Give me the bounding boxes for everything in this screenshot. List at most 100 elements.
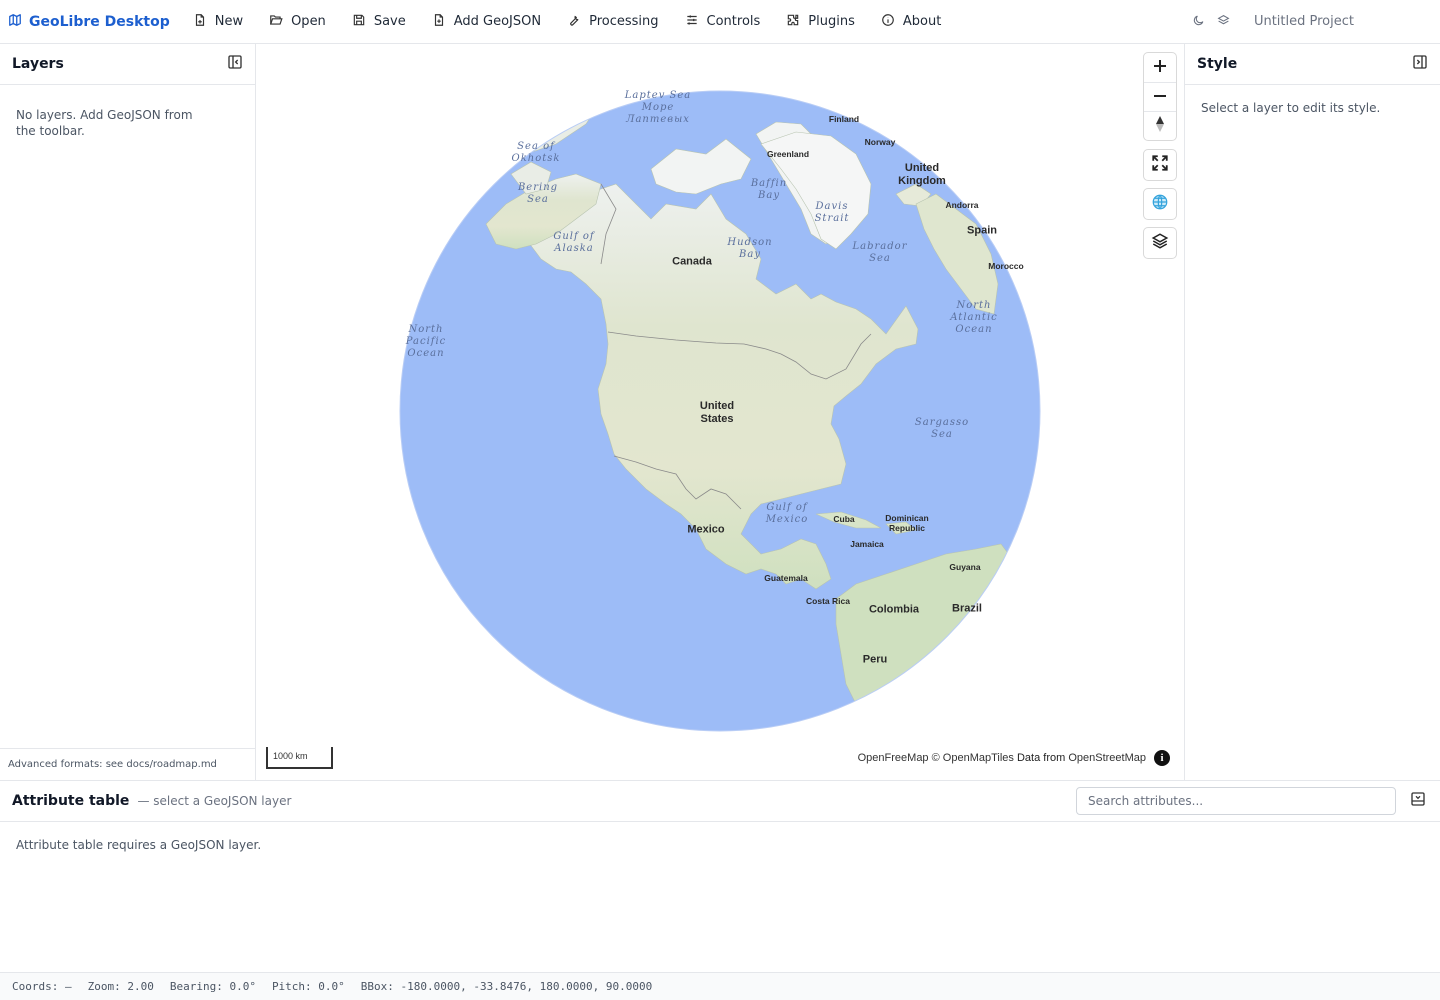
label-sargasso-sea-text: Sargasso Sea	[914, 417, 970, 440]
label-davis-strait: Davis Strait	[815, 201, 850, 225]
label-canada: Canada	[672, 255, 712, 268]
layers-icon	[1151, 232, 1169, 254]
processing-button[interactable]: Processing	[554, 7, 671, 37]
layer-switcher-control	[1144, 228, 1176, 258]
sliders-icon	[685, 13, 699, 31]
label-mexico: Mexico	[687, 523, 725, 536]
collapse-right-panel-button[interactable]	[1412, 54, 1428, 74]
add-geojson-button[interactable]: Add GeoJSON	[419, 7, 554, 37]
map-canvas[interactable]: Laptev Sea Море Лаптевых Sea of Okhotsk …	[256, 44, 1184, 780]
label-north-pacific-ocean: North Pacific Ocean	[406, 324, 447, 360]
folder-open-icon	[269, 13, 283, 31]
fullscreen-icon	[1151, 154, 1169, 176]
style-panel-title: Style	[1197, 56, 1238, 72]
layer-switcher-button[interactable]	[1144, 228, 1176, 258]
style-empty-message: Select a layer to edit its style.	[1201, 101, 1381, 115]
globe-projection-button[interactable]	[1144, 189, 1176, 219]
attribution-data-from: Data from	[1016, 752, 1066, 764]
project-name: Untitled Project	[1253, 14, 1354, 29]
label-davis-strait-text: Davis Strait	[814, 201, 850, 224]
plugins-button[interactable]: Plugins	[773, 7, 868, 37]
file-plus-icon	[432, 13, 446, 31]
label-gulf-of-mexico: Gulf of Mexico	[766, 502, 809, 526]
attribute-table-panel: Attribute table — select a GeoJSON layer…	[0, 780, 1440, 972]
zoom-out-button[interactable]	[1144, 82, 1176, 111]
compass-icon	[1154, 115, 1166, 137]
label-laptev-sea-text: Laptev Sea Море Лаптевых	[624, 90, 692, 125]
processing-label: Processing	[589, 14, 659, 29]
attribution-info-icon[interactable]: i	[1154, 750, 1170, 766]
label-cuba: Cuba	[833, 514, 855, 524]
about-button[interactable]: About	[868, 7, 954, 37]
fullscreen-control	[1144, 150, 1176, 180]
wrench-icon	[567, 13, 581, 31]
about-label: About	[902, 14, 942, 29]
label-spain: Spain	[967, 224, 997, 237]
reset-bearing-button[interactable]	[1144, 111, 1176, 140]
panel-right-close-icon	[1412, 55, 1428, 74]
collapse-left-panel-button[interactable]	[227, 54, 243, 74]
attribute-table-title: Attribute table	[12, 793, 130, 809]
label-hudson-bay-text: Hudson Bay	[727, 237, 773, 260]
save-icon	[352, 13, 366, 31]
attribution-osm-link[interactable]: OpenStreetMap	[1068, 752, 1146, 764]
label-andorra: Andorra	[945, 200, 979, 210]
advanced-formats-note: Advanced formats: see docs/roadmap.md	[0, 748, 255, 780]
label-peru: Peru	[862, 653, 888, 666]
label-north-pacific-ocean-text: North Pacific Ocean	[405, 324, 447, 359]
label-morocco: Morocco	[988, 261, 1024, 271]
attribution-openmaptiles-link[interactable]: © OpenMapTiles	[932, 752, 1014, 764]
layers-panel-header: Layers	[0, 44, 255, 85]
globe-icon	[1151, 193, 1169, 215]
label-guyana: Guyana	[949, 562, 981, 572]
label-sargasso-sea: Sargasso Sea	[915, 417, 969, 441]
panel-bottom-close-icon	[1410, 791, 1426, 811]
zoom-in-button[interactable]	[1144, 53, 1176, 82]
new-file-icon	[193, 13, 207, 31]
label-baffin-bay: Baffin Bay	[751, 178, 787, 202]
attribution-openfreemap-link[interactable]: OpenFreeMap	[858, 752, 929, 764]
toolbar: GeoLibre Desktop New Open Save Add GeoJS…	[0, 0, 1440, 44]
collapse-attribute-table-button[interactable]	[1410, 791, 1426, 811]
app-title: GeoLibre Desktop	[29, 13, 170, 30]
controls-button[interactable]: Controls	[672, 7, 774, 37]
dark-mode-toggle[interactable]	[1192, 12, 1205, 31]
label-gulf-of-mexico-text: Gulf of Mexico	[765, 502, 809, 525]
layers-stack-button[interactable]	[1217, 12, 1230, 31]
plugins-label: Plugins	[808, 14, 855, 29]
map-scale-bar: 1000 km	[266, 747, 333, 769]
label-labrador-sea-text: Labrador Sea	[852, 241, 908, 264]
add-geojson-label: Add GeoJSON	[453, 14, 542, 29]
info-icon	[881, 13, 895, 31]
label-north-atlantic-ocean: North Atlantic Ocean	[950, 300, 997, 336]
globe-control	[1144, 189, 1176, 219]
label-labrador-sea: Labrador Sea	[853, 241, 908, 265]
label-greenland: Greenland	[766, 149, 810, 159]
attribute-table-subtitle: — select a GeoJSON layer	[137, 794, 292, 808]
open-button[interactable]: Open	[256, 7, 339, 37]
map-attribution: OpenFreeMap © OpenMapTiles Data from Ope…	[858, 752, 1146, 764]
label-brazil: Brazil	[952, 602, 982, 615]
fullscreen-button[interactable]	[1144, 150, 1176, 180]
label-sea-of-okhotsk: Sea of Okhotsk	[512, 141, 561, 165]
toolbar-right: Untitled Project	[1192, 12, 1354, 31]
label-laptev-sea: Laptev Sea Море Лаптевых	[625, 90, 692, 126]
label-costa-rica: Costa Rica	[806, 596, 850, 606]
open-button-label: Open	[291, 14, 326, 29]
label-north-atlantic-ocean-text: North Atlantic Ocean	[950, 300, 998, 335]
label-baffin-bay-text: Baffin Bay	[750, 178, 788, 201]
layers-panel: Layers No layers. Add GeoJSON from the t…	[0, 44, 256, 780]
app-brand: GeoLibre Desktop	[8, 13, 170, 31]
new-button-label: New	[214, 14, 244, 29]
label-bering-sea-text: Bering Sea	[517, 182, 559, 205]
label-finland: Finland	[828, 114, 860, 124]
label-bering-sea: Bering Sea	[518, 182, 558, 206]
attribute-table-empty-message: Attribute table requires a GeoJSON layer…	[16, 838, 262, 852]
save-button[interactable]: Save	[339, 7, 419, 37]
label-guatemala: Guatemala	[764, 573, 808, 583]
style-panel: Style Select a layer to edit its style.	[1184, 44, 1440, 780]
new-button[interactable]: New	[180, 7, 256, 37]
layers-empty-message: No layers. Add GeoJSON from the toolbar.	[16, 108, 193, 138]
attribute-search-input[interactable]	[1076, 787, 1396, 815]
label-united-kingdom: United Kingdom	[898, 162, 946, 187]
